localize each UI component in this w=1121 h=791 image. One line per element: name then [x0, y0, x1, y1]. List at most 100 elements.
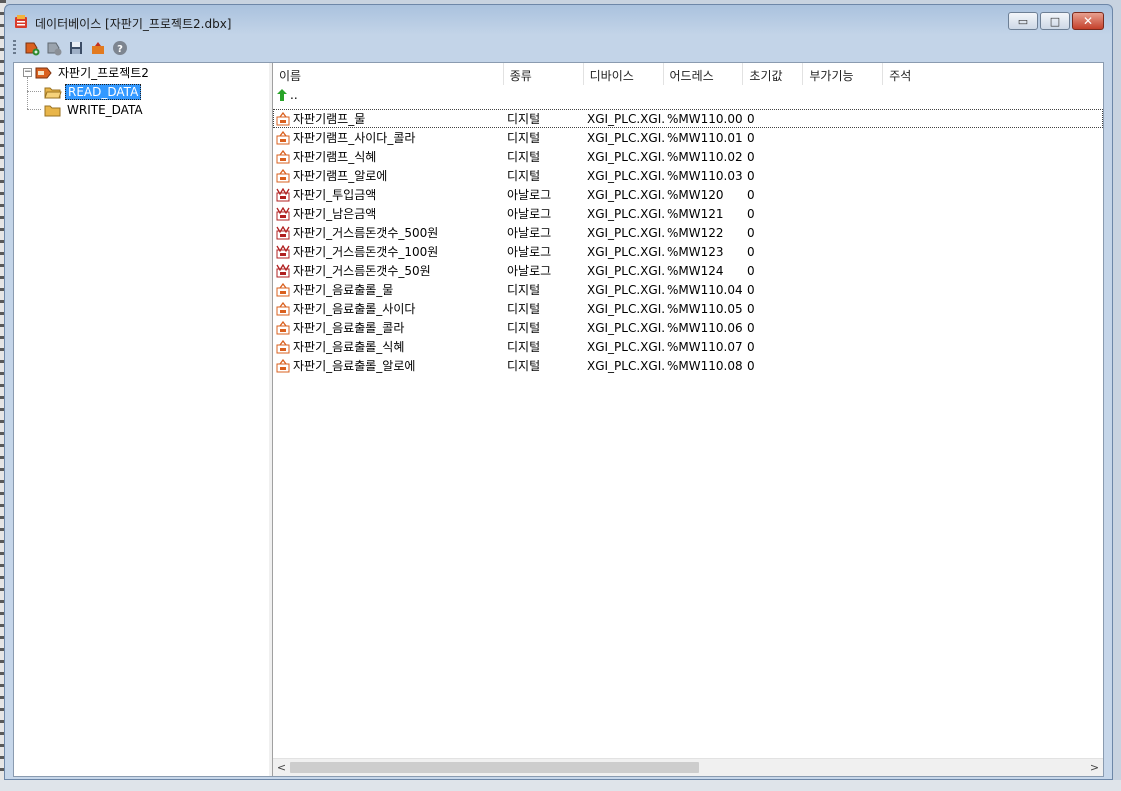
cell-initial-value: 0	[747, 301, 755, 316]
cell-type: 디지털	[507, 131, 541, 145]
column-header-device[interactable]: 디바이스	[584, 63, 664, 85]
row-name: 자판기_음료출롤_식혜	[293, 340, 405, 354]
cell-device: XGI_PLC.XGI...	[587, 168, 664, 183]
minimize-button[interactable]: ▭	[1008, 12, 1038, 30]
add-item-icon	[25, 42, 40, 56]
cell-address: %MW121	[667, 206, 724, 221]
column-header-name[interactable]: 이름	[273, 63, 504, 85]
column-header-address[interactable]: 어드레스	[664, 63, 744, 85]
row-name: 자판기_음료출롤_알로에	[293, 359, 416, 373]
cell-type: 아날로그	[507, 245, 552, 259]
cell-initial-value: 0	[747, 282, 755, 297]
cell-type: 디지털	[507, 302, 541, 316]
cell-name: 자판기_음료출롤_콜라	[273, 319, 504, 336]
cell-type: 디지털	[507, 112, 541, 126]
table-row[interactable]: 자판기_남은금액 아날로그 XGI_PLC.XGI...%MW121 0	[273, 204, 1103, 223]
toolbar-grip[interactable]	[13, 40, 16, 56]
table-row[interactable]: 자판기램프_식혜 디지털 XGI_PLC.XGI...%MW110.02 0	[273, 147, 1103, 166]
table-row[interactable]: 자판기램프_사이다_콜라 디지털 XGI_PLC.XGI...%MW110.01 0	[273, 128, 1103, 147]
cell-name: 자판기_음료출롤_물	[273, 281, 504, 298]
toolbar: ?	[13, 37, 1104, 59]
cell-address: %MW110.02	[667, 149, 743, 164]
cell-type: 디지털	[507, 340, 541, 354]
close-button[interactable]: ✕	[1072, 12, 1104, 30]
column-header-comment[interactable]: 주석	[883, 63, 1103, 85]
cell-address: %MW110.04	[667, 282, 743, 297]
analog-tag-icon	[276, 263, 290, 277]
maximize-button[interactable]: □	[1040, 12, 1070, 30]
cell-address: %MW110.06	[667, 320, 743, 335]
row-name: 자판기램프_물	[293, 112, 366, 126]
row-name: 자판기_음료출롤_물	[293, 283, 394, 297]
minimize-icon: ▭	[1017, 14, 1029, 28]
edit-item-button[interactable]	[45, 39, 63, 57]
table-row[interactable]: 자판기램프_알로에 디지털 XGI_PLC.XGI...%MW110.03 0	[273, 166, 1103, 185]
scroll-right-arrow[interactable]: >	[1086, 759, 1103, 776]
maximize-icon: □	[1049, 14, 1061, 28]
tree-pane: − 자판기_프로젝트2 READ_DATA WRITE_DATA	[14, 63, 270, 776]
table-row[interactable]: 자판기_거스름돈갯수_500원 아날로그 XGI_PLC.XGI...%MW122 0	[273, 223, 1103, 242]
tree-item-write-data[interactable]: WRITE_DATA	[44, 101, 145, 118]
row-name: 자판기_거스름돈갯수_50원	[293, 264, 431, 278]
table-row[interactable]: 자판기_음료출롤_알로에 디지털 XGI_PLC.XGI...%MW110.08 0	[273, 356, 1103, 375]
cell-initial-value: 0	[747, 206, 755, 221]
table-row[interactable]: 자판기_음료출롤_물 디지털 XGI_PLC.XGI...%MW110.04 0	[273, 280, 1103, 299]
cell-name: 자판기_거스름돈갯수_500원	[273, 224, 504, 241]
cell-address: %MW120	[667, 187, 724, 202]
tree-item-label: 자판기_프로젝트2	[58, 66, 149, 80]
scroll-left-arrow[interactable]: <	[273, 759, 290, 776]
table-row[interactable]: 자판기_음료출롤_콜라 디지털 XGI_PLC.XGI...%MW110.06 0	[273, 318, 1103, 337]
column-header-type[interactable]: 종류	[504, 63, 584, 85]
digital-tag-icon	[276, 282, 290, 296]
cell-name: 자판기램프_알로에	[273, 167, 504, 184]
tree-item-read-data[interactable]: READ_DATA	[44, 83, 142, 100]
tree-item-label: WRITE_DATA	[67, 102, 143, 117]
column-header-extra-function[interactable]: 부가기능	[803, 63, 884, 85]
scroll-thumb[interactable]	[290, 762, 699, 773]
table-row[interactable]: 자판기램프_물 디지털 XGI_PLC.XGI...%MW110.00 0	[273, 109, 1103, 128]
digital-tag-icon	[276, 301, 290, 315]
row-name: 자판기_투입금액	[293, 188, 377, 202]
digital-tag-icon	[276, 149, 290, 163]
save-button[interactable]	[67, 39, 85, 57]
cell-type: 디지털	[507, 283, 541, 297]
cell-address: %MW124	[667, 263, 724, 278]
table-row[interactable]: 자판기_음료출롤_사이다 디지털 XGI_PLC.XGI...%MW110.05 0	[273, 299, 1103, 318]
cell-name: 자판기_남은금액	[273, 205, 504, 222]
tree-item-root[interactable]: − 자판기_프로젝트2	[23, 64, 151, 81]
digital-tag-icon	[276, 130, 290, 144]
close-icon: ✕	[1082, 14, 1094, 28]
table-row[interactable]: 자판기_거스름돈갯수_100원 아날로그 XGI_PLC.XGI...%MW123 0	[273, 242, 1103, 261]
help-button[interactable]: ?	[111, 39, 129, 57]
cell-address: %MW110.01	[667, 130, 743, 145]
cell-address: %MW110.05	[667, 301, 743, 316]
database-app-icon	[15, 15, 27, 28]
cell-type: 디지털	[507, 150, 541, 164]
cell-name: 자판기_거스름돈갯수_100원	[273, 243, 504, 260]
parent-folder-row[interactable]: ..	[276, 88, 298, 102]
table-row[interactable]: 자판기_거스름돈갯수_50원 아날로그 XGI_PLC.XGI...%MW124 0	[273, 261, 1103, 280]
cell-name: 자판기_음료출롤_사이다	[273, 300, 504, 317]
title-bar[interactable]: 데이터베이스 [자판기_프로젝트2.dbx] ▭ □ ✕	[5, 5, 1112, 37]
row-name: 자판기_남은금액	[293, 207, 377, 221]
cell-device: XGI_PLC.XGI...	[587, 339, 664, 354]
client-area: − 자판기_프로젝트2 READ_DATA WRITE_DATA 이름 종류 디…	[13, 62, 1104, 777]
table-row[interactable]: 자판기_투입금액 아날로그 XGI_PLC.XGI...%MW120 0	[273, 185, 1103, 204]
table-row[interactable]: 자판기_음료출롤_식혜 디지털 XGI_PLC.XGI...%MW110.07 0	[273, 337, 1103, 356]
add-item-button[interactable]	[23, 39, 41, 57]
up-arrow-icon	[277, 89, 287, 101]
cell-initial-value: 0	[747, 225, 755, 240]
cell-initial-value: 0	[747, 149, 755, 164]
cell-name: 자판기램프_사이다_콜라	[273, 129, 504, 146]
column-header-initial-value[interactable]: 초기값	[743, 63, 804, 85]
digital-tag-icon	[276, 358, 290, 372]
export-button[interactable]	[89, 39, 107, 57]
cell-initial-value: 0	[747, 187, 755, 202]
horizontal-scrollbar[interactable]: < >	[273, 758, 1103, 776]
cell-address: %MW110.08	[667, 358, 743, 373]
cell-type: 아날로그	[507, 264, 552, 278]
collapse-toggle[interactable]: −	[23, 68, 32, 77]
cell-device: XGI_PLC.XGI...	[587, 301, 664, 316]
cell-initial-value: 0	[747, 358, 755, 373]
cell-device: XGI_PLC.XGI...	[587, 206, 664, 221]
